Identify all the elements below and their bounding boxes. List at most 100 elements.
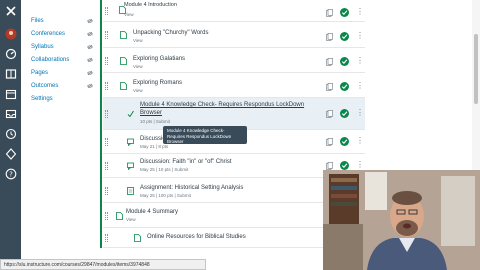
inbox-icon[interactable] [4, 107, 18, 121]
drag-handle-icon[interactable] [105, 57, 108, 65]
course-nav-label: Syllabus [31, 44, 54, 50]
published-icon[interactable] [340, 32, 349, 41]
duplicate-icon[interactable] [326, 162, 333, 170]
eye-slash-icon[interactable] [87, 83, 93, 89]
more-options-icon[interactable]: ⋮ [356, 109, 364, 118]
published-icon[interactable] [340, 109, 349, 118]
course-nav-label: Outcomes [31, 83, 59, 89]
course-nav-label: Conferences [31, 31, 66, 37]
published-icon[interactable] [340, 137, 349, 146]
discussion-icon [127, 162, 134, 170]
item-tools: ⋮ [326, 137, 364, 147]
module-item-meta: May 21 | 8 pts [140, 144, 169, 149]
drag-handle-icon[interactable] [105, 31, 108, 39]
history-icon[interactable] [4, 127, 18, 141]
drag-handle-icon[interactable] [105, 110, 108, 118]
more-options-icon[interactable]: ⋮ [356, 8, 364, 17]
discussion-icon [127, 138, 134, 146]
published-module-rail [100, 0, 102, 248]
module-item-title-line2[interactable]: Browser [140, 110, 162, 116]
item-tools: ⋮ [326, 57, 364, 67]
module-item-meta: 10 pts | Submit [140, 119, 170, 124]
module-item-meta: View [126, 217, 136, 222]
scrollbar-thumb[interactable] [474, 34, 478, 104]
page-icon [116, 212, 123, 220]
course-nav-outcomes[interactable]: Outcomes [31, 80, 93, 92]
drag-handle-icon[interactable] [105, 82, 108, 90]
commons-icon[interactable] [4, 147, 18, 161]
course-nav-settings[interactable]: Settings [31, 93, 93, 105]
item-tools: ⋮ [326, 109, 364, 119]
duplicate-icon[interactable] [326, 83, 333, 91]
webcam-video [323, 170, 480, 270]
item-tools: ⋮ [326, 82, 364, 92]
page-icon [134, 234, 141, 242]
quiz-icon [127, 110, 134, 118]
eye-slash-icon[interactable] [87, 18, 93, 24]
module-item-title[interactable]: Assignment: Historical Setting Analysis [140, 185, 243, 191]
duplicate-icon[interactable] [326, 9, 333, 17]
tooltip: Module 4 Knowledge Check- Requires Respo… [163, 126, 247, 144]
module-item-title[interactable]: Module 4 Introduction [124, 2, 177, 8]
published-icon[interactable] [340, 8, 349, 17]
drag-handle-icon[interactable] [105, 234, 108, 242]
module-item-meta: View [133, 38, 143, 43]
page-icon [120, 82, 127, 90]
more-options-icon[interactable]: ⋮ [356, 137, 364, 146]
duplicate-icon[interactable] [326, 138, 333, 146]
module-item-title[interactable]: Exploring Galatians [133, 56, 185, 62]
page-icon [120, 31, 127, 39]
more-options-icon[interactable]: ⋮ [356, 82, 364, 91]
duplicate-icon[interactable] [326, 33, 333, 41]
more-options-icon[interactable]: ⋮ [356, 32, 364, 41]
course-nav-label: Collaborations [31, 57, 70, 63]
duplicate-icon[interactable] [326, 110, 333, 118]
drag-handle-icon[interactable] [105, 212, 108, 220]
eye-slash-icon[interactable] [87, 44, 93, 50]
course-nav-collaborations[interactable]: Collaborations [31, 54, 93, 66]
eye-slash-icon[interactable] [87, 57, 93, 63]
help-icon[interactable]: ? [4, 167, 18, 181]
item-tools: ⋮ [326, 32, 364, 42]
drag-handle-icon[interactable] [105, 162, 108, 170]
module-item-title[interactable]: Online Resources for Biblical Studies [147, 234, 246, 240]
eye-slash-icon[interactable] [87, 70, 93, 76]
module-item-meta: View [133, 64, 143, 69]
eye-slash-icon[interactable] [87, 31, 93, 37]
account-icon[interactable] [4, 27, 18, 41]
drag-handle-icon[interactable] [105, 138, 108, 146]
courses-icon[interactable] [4, 67, 18, 81]
course-nav-label: Files [31, 18, 44, 24]
course-nav-label: Pages [31, 70, 49, 76]
module-item-title[interactable]: Unpacking "Churchy" Words [133, 30, 209, 36]
published-icon[interactable] [340, 161, 349, 170]
published-icon[interactable] [340, 82, 349, 91]
duplicate-icon[interactable] [326, 58, 333, 66]
global-nav: ? [0, 0, 21, 270]
module-item-meta: May 25 | 10 pts | Submit [140, 167, 189, 172]
page-icon [120, 57, 127, 65]
published-icon[interactable] [340, 57, 349, 66]
course-nav: Files Conferences Syllabus Collaboration… [21, 0, 100, 270]
module-item-title[interactable]: Exploring Romans [133, 80, 182, 86]
more-options-icon[interactable]: ⋮ [356, 161, 364, 170]
assignment-icon [127, 187, 134, 195]
module-item-title[interactable]: Module 4 Knowledge Check- Requires Respo… [140, 102, 304, 108]
more-options-icon[interactable]: ⋮ [356, 57, 364, 66]
item-tools: ⋮ [326, 8, 364, 18]
module-item-title[interactable]: Module 4 Summary [126, 209, 178, 215]
course-nav-syllabus[interactable]: Syllabus [31, 41, 93, 53]
calendar-icon[interactable] [4, 87, 18, 101]
course-nav-files[interactable]: Files [31, 15, 93, 27]
module-item-title[interactable]: Discussion: Faith "in" or "of" Christ [140, 159, 232, 165]
drag-handle-icon[interactable] [105, 7, 108, 15]
logo-icon[interactable] [4, 4, 18, 18]
course-nav-label: Settings [31, 96, 53, 102]
status-bar-url: https://slu.instructure.com/courses/2984… [0, 259, 206, 270]
course-nav-pages[interactable]: Pages [31, 67, 93, 79]
drag-handle-icon[interactable] [105, 187, 108, 195]
course-nav-conferences[interactable]: Conferences [31, 28, 93, 40]
dashboard-icon[interactable] [4, 47, 18, 61]
webcam-overlay [323, 170, 480, 270]
module-item-meta: View [124, 12, 134, 17]
